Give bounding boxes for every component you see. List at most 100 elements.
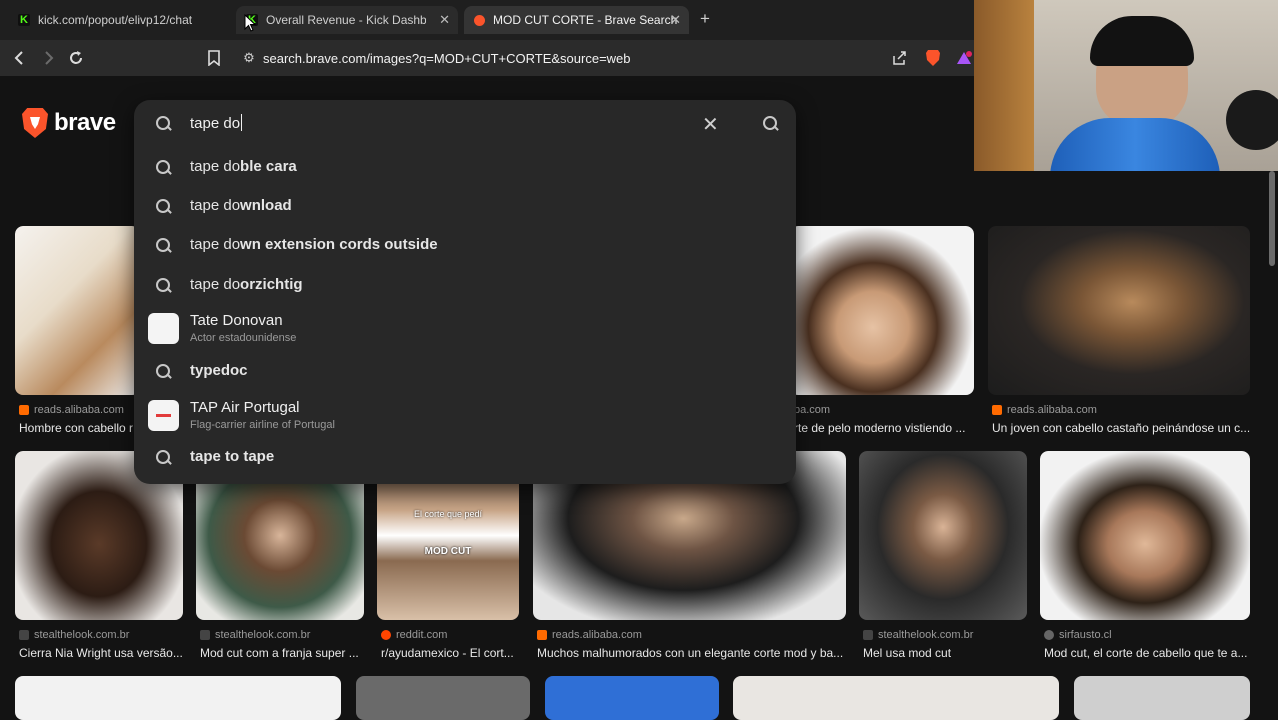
image-overlay-label: MOD CUT [424,546,472,557]
clear-icon[interactable]: ✕ [702,112,719,137]
entity-suggestion[interactable]: Tate Donovan Actor estadounidense [134,310,796,348]
site-icon [1044,630,1054,640]
brave-lion-icon [22,108,48,138]
search-box[interactable]: tape do ✕ tape doble cara tape download … [134,100,796,484]
result-source: stealthelook.com.br [19,629,129,641]
suggestion-item[interactable]: tape download [134,187,796,225]
tab-title: Overall Revenue - Kick Dashboard [266,13,426,27]
image-result[interactable]: sirfausto.cl Mod cut, el corte de cabell… [1040,451,1250,663]
tab-kick-chat[interactable]: K kick.com/popout/elivp12/chat [8,6,228,34]
result-image [859,451,1027,620]
entity-name: Tate Donovan [190,312,283,329]
back-icon[interactable] [8,46,32,70]
tab-title: kick.com/popout/elivp12/chat [38,13,193,27]
url-text: search.brave.com/images?q=MOD+CUT+CORTE&… [263,50,631,66]
alibaba-icon [992,405,1002,415]
result-caption: Cierra Nia Wright usa versão... [19,646,183,660]
search-submit-icon[interactable] [762,115,780,133]
search-icon [155,277,173,295]
search-icon [155,115,173,133]
tap-logo-icon [156,414,171,417]
logo-text: brave [54,109,116,136]
entity-suggestion[interactable]: TAP Air Portugal Flag-carrier airline of… [134,397,796,435]
suggestion-item[interactable]: tape down extension cords outside [134,226,796,264]
scrollbar[interactable] [1269,171,1275,266]
reload-icon[interactable] [64,46,88,70]
reddit-icon [381,630,391,640]
suggestion-text: tape doble cara [190,158,297,175]
forward-icon[interactable] [36,46,60,70]
result-source: reads.alibaba.com [537,629,642,641]
suggestion-item[interactable]: typedoc [134,352,796,390]
suggestion-item[interactable]: tape doble cara [134,148,796,186]
close-tab-icon[interactable]: ✕ [439,12,450,28]
suggestion-text: tape download [190,197,292,214]
brave-rewards-icon[interactable] [954,46,974,70]
tab-title: MOD CUT CORTE - Brave Search [493,13,678,27]
site-icon [863,630,873,640]
result-caption: Mel usa mod cut [863,646,952,660]
entity-name: TAP Air Portugal [190,399,300,416]
result-caption: Un joven con cabello castaño peinándose … [992,421,1250,435]
tab-kick-dashboard[interactable]: K Overall Revenue - Kick Dashboard ✕ [236,6,458,34]
alibaba-icon [537,630,547,640]
result-image [790,226,974,395]
suggestion-text: typedoc [190,362,248,379]
kick-icon: K [18,14,30,26]
result-caption: Mod cut com a franja super ... [200,646,359,660]
tab-brave-search[interactable]: MOD CUT CORTE - Brave Search ✕ [464,6,689,34]
site-icon [19,630,29,640]
image-result[interactable] [356,676,530,720]
result-caption: Mod cut, el corte de cabello que te a... [1044,646,1248,660]
search-icon [155,363,173,381]
entity-description: Flag-carrier airline of Portugal [190,419,335,431]
mouse-cursor-icon [244,14,256,32]
image-result[interactable]: stealthelook.com.br Mel usa mod cut [859,451,1027,663]
suggestion-text: tape down extension cords outside [190,236,438,253]
search-icon [155,198,173,216]
suggestion-text: tape to tape [190,448,275,465]
result-image [988,226,1250,395]
result-caption: Hombre con cabello r [19,421,134,435]
address-bar[interactable]: ⚙ search.brave.com/images?q=MOD+CUT+CORT… [235,44,975,72]
close-tab-icon[interactable]: ✕ [670,12,681,28]
result-caption: Muchos malhumorados con un elegante cort… [537,646,844,660]
image-result[interactable]: reads.alibaba.com Hombre con cabello r [15,226,140,436]
site-settings-icon[interactable]: ⚙ [235,50,263,66]
search-input[interactable]: tape do ✕ [134,100,796,148]
result-image [1040,451,1250,620]
image-result[interactable] [15,676,341,720]
result-image [15,226,140,395]
image-result[interactable]: reads.alibaba.com Un joven con cabello c… [988,226,1250,436]
result-caption: rte de pelo moderno vistiendo ... [794,421,966,435]
entity-thumbnail [148,400,179,431]
suggestion-item[interactable]: tape doorzichtig [134,266,796,304]
webcam-overlay [974,0,1278,171]
result-source: reddit.com [381,629,447,641]
result-source: ba.com [794,404,831,416]
search-icon [155,159,173,177]
bookmark-icon[interactable] [202,46,226,70]
entity-description: Actor estadounidense [190,332,297,344]
result-source: reads.alibaba.com [19,404,124,416]
brave-icon [474,14,485,26]
search-results-page: brave reads.alibaba.com Hombre con cabel… [0,76,1278,720]
result-source: reads.alibaba.com [992,404,1097,416]
result-caption: r/ayudamexico - El cort... [381,646,514,660]
search-query: tape do [190,114,243,132]
image-overlay-text: El corte que pedí [413,509,483,519]
suggestion-item[interactable]: tape to tape [134,438,796,476]
image-result[interactable] [545,676,719,720]
brave-logo[interactable]: brave [22,108,116,138]
brave-shields-icon[interactable] [922,46,944,70]
search-icon [155,449,173,467]
image-result[interactable]: ba.com rte de pelo moderno vistiendo ... [790,226,974,436]
alibaba-icon [19,405,29,415]
share-icon[interactable] [888,46,910,70]
result-source: stealthelook.com.br [200,629,310,641]
site-icon [200,630,210,640]
new-tab-button[interactable]: + [700,9,710,29]
search-icon [155,237,173,255]
image-result[interactable] [733,676,1059,720]
image-result[interactable] [1074,676,1250,720]
